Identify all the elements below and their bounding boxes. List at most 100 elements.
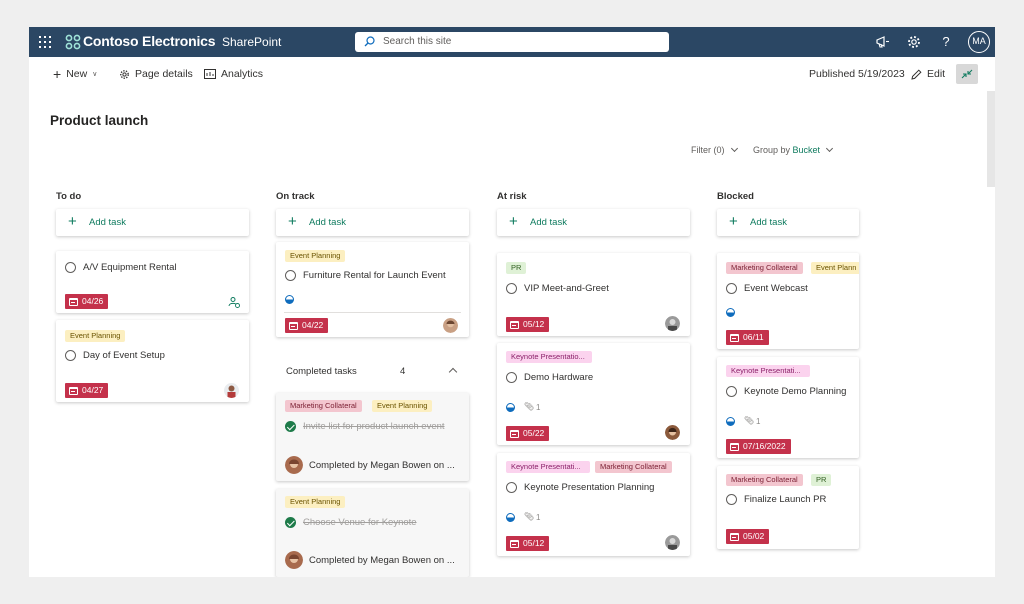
task-card[interactable]: Event Planning Day of Event Setup 04/27 bbox=[56, 320, 249, 402]
add-task-label: Add task bbox=[89, 217, 126, 228]
plus-icon: + bbox=[729, 213, 738, 230]
chevron-up-icon[interactable] bbox=[448, 367, 458, 377]
calendar-icon bbox=[730, 333, 739, 342]
page-title: Product launch bbox=[50, 113, 149, 128]
megaphone-icon[interactable] bbox=[875, 34, 891, 50]
task-title: Event Webcast bbox=[744, 283, 808, 294]
due-date-badge: 05/22 bbox=[506, 426, 550, 441]
completed-tasks-toggle[interactable]: Completed tasks bbox=[286, 366, 357, 377]
filter-button[interactable]: Filter (0) bbox=[691, 144, 738, 155]
assignee-avatar[interactable] bbox=[665, 316, 680, 331]
calendar-icon bbox=[730, 532, 739, 541]
task-card[interactable]: A/V Equipment Rental 04/26 bbox=[56, 251, 249, 313]
plus-icon: + bbox=[68, 213, 77, 230]
assign-icon[interactable] bbox=[228, 296, 240, 308]
assignee-avatar[interactable] bbox=[285, 456, 303, 474]
complete-checkbox[interactable] bbox=[285, 270, 296, 281]
waffle-icon[interactable] bbox=[39, 36, 51, 48]
task-card[interactable]: PR VIP Meet-and-Greet 05/12 bbox=[497, 253, 690, 336]
complete-checkbox[interactable] bbox=[65, 262, 76, 273]
analytics-button[interactable]: Analytics bbox=[204, 68, 263, 80]
due-date-badge: 05/12 bbox=[506, 317, 550, 332]
add-task-label: Add task bbox=[309, 217, 346, 228]
assignee-avatar[interactable] bbox=[285, 551, 303, 569]
collapse-button[interactable] bbox=[956, 64, 978, 84]
due-date-badge: 04/26 bbox=[65, 294, 109, 309]
label-tag: PR bbox=[506, 262, 527, 274]
due-date: 05/12 bbox=[523, 538, 545, 548]
attachment-count: 1 bbox=[536, 403, 541, 412]
task-card[interactable]: Keynote Presentati... Keynote Demo Plann… bbox=[717, 357, 859, 458]
task-card[interactable]: Keynote Presentatio... Demo Hardware 📎︎ … bbox=[497, 343, 690, 445]
completed-check-icon[interactable] bbox=[285, 517, 296, 528]
suite-bar: Contoso Electronics SharePoint Search th… bbox=[29, 27, 995, 57]
sharepoint-window: Contoso Electronics SharePoint Search th… bbox=[29, 27, 995, 577]
new-label: New bbox=[66, 68, 88, 80]
label-tag: PR bbox=[811, 474, 832, 486]
new-button[interactable]: + New ∨ bbox=[53, 66, 98, 82]
completed-by-text: Completed by Megan Bowen on ... bbox=[309, 555, 455, 566]
group-by-button[interactable]: Group by Bucket bbox=[753, 144, 834, 155]
complete-checkbox[interactable] bbox=[65, 350, 76, 361]
page-details-button[interactable]: Page details bbox=[119, 68, 193, 80]
gear-icon bbox=[120, 69, 129, 79]
task-card[interactable]: Keynote Presentati... Marketing Collater… bbox=[497, 453, 690, 556]
plus-icon: + bbox=[53, 66, 62, 82]
plus-icon: + bbox=[288, 213, 297, 230]
search-input[interactable]: Search this site bbox=[383, 36, 451, 47]
add-task-button[interactable]: + Add task bbox=[497, 209, 690, 236]
completed-task-card[interactable]: Marketing Collateral Event Planning Invi… bbox=[276, 393, 469, 481]
page-details-label: Page details bbox=[135, 68, 193, 80]
calendar-icon bbox=[510, 320, 519, 329]
scrollbar[interactable] bbox=[987, 91, 995, 187]
add-task-button[interactable]: + Add task bbox=[56, 209, 249, 236]
complete-checkbox[interactable] bbox=[506, 482, 517, 493]
gear-icon[interactable] bbox=[906, 34, 922, 50]
completed-task-card[interactable]: Event Planning Choose Venue for Keynote … bbox=[276, 489, 469, 577]
completed-check-icon[interactable] bbox=[285, 421, 296, 432]
task-title: Keynote Presentation Planning bbox=[524, 482, 655, 493]
complete-checkbox[interactable] bbox=[726, 494, 737, 505]
label-tag: Marketing Collateral bbox=[726, 262, 803, 274]
due-date-badge: 05/12 bbox=[506, 536, 550, 551]
attachment-count: 1 bbox=[536, 513, 541, 522]
task-title: Choose Venue for Keynote bbox=[303, 517, 417, 528]
app-name[interactable]: SharePoint bbox=[222, 35, 281, 49]
in-progress-icon bbox=[506, 403, 515, 412]
due-date-badge: 06/11 bbox=[726, 330, 769, 345]
assignee-avatar[interactable] bbox=[443, 318, 458, 333]
add-task-button[interactable]: + Add task bbox=[717, 209, 859, 236]
calendar-icon bbox=[289, 321, 298, 330]
chevron-down-icon bbox=[826, 144, 834, 153]
bucket-title-blocked: Blocked bbox=[717, 191, 754, 202]
label-tag: Event Plann bbox=[811, 262, 859, 274]
complete-checkbox[interactable] bbox=[506, 372, 517, 383]
assignee-avatar[interactable] bbox=[665, 425, 680, 440]
task-title: Day of Event Setup bbox=[83, 350, 165, 361]
label-tag: Marketing Collateral bbox=[726, 474, 803, 486]
task-card[interactable]: Event Planning Furniture Rental for Laun… bbox=[276, 242, 469, 337]
label-tag: Keynote Presentati... bbox=[506, 461, 590, 473]
task-title: Invite list for product launch event bbox=[303, 421, 445, 432]
search-box[interactable]: Search this site bbox=[355, 32, 669, 52]
task-card[interactable]: Marketing Collateral Event Plann Event W… bbox=[717, 253, 859, 349]
chevron-down-icon: ∨ bbox=[92, 71, 98, 78]
help-icon[interactable]: ? bbox=[938, 34, 954, 50]
complete-checkbox[interactable] bbox=[506, 283, 517, 294]
task-card[interactable]: Marketing Collateral PR Finalize Launch … bbox=[717, 466, 859, 549]
label-tag: Event Planning bbox=[285, 496, 346, 508]
due-date-badge: 04/22 bbox=[285, 318, 329, 333]
brand-name[interactable]: Contoso Electronics bbox=[83, 33, 216, 49]
collapse-icon bbox=[961, 69, 973, 79]
add-task-button[interactable]: + Add task bbox=[276, 209, 469, 236]
edit-button[interactable]: Edit bbox=[911, 68, 945, 80]
add-task-label: Add task bbox=[530, 217, 567, 228]
complete-checkbox[interactable] bbox=[726, 283, 737, 294]
assignee-avatar[interactable] bbox=[224, 383, 239, 398]
user-avatar[interactable]: MA bbox=[968, 31, 990, 53]
label-tag: Event Planning bbox=[285, 250, 346, 262]
in-progress-icon bbox=[726, 417, 735, 426]
complete-checkbox[interactable] bbox=[726, 386, 737, 397]
assignee-avatar[interactable] bbox=[665, 535, 680, 550]
due-date: 06/11 bbox=[743, 332, 764, 342]
